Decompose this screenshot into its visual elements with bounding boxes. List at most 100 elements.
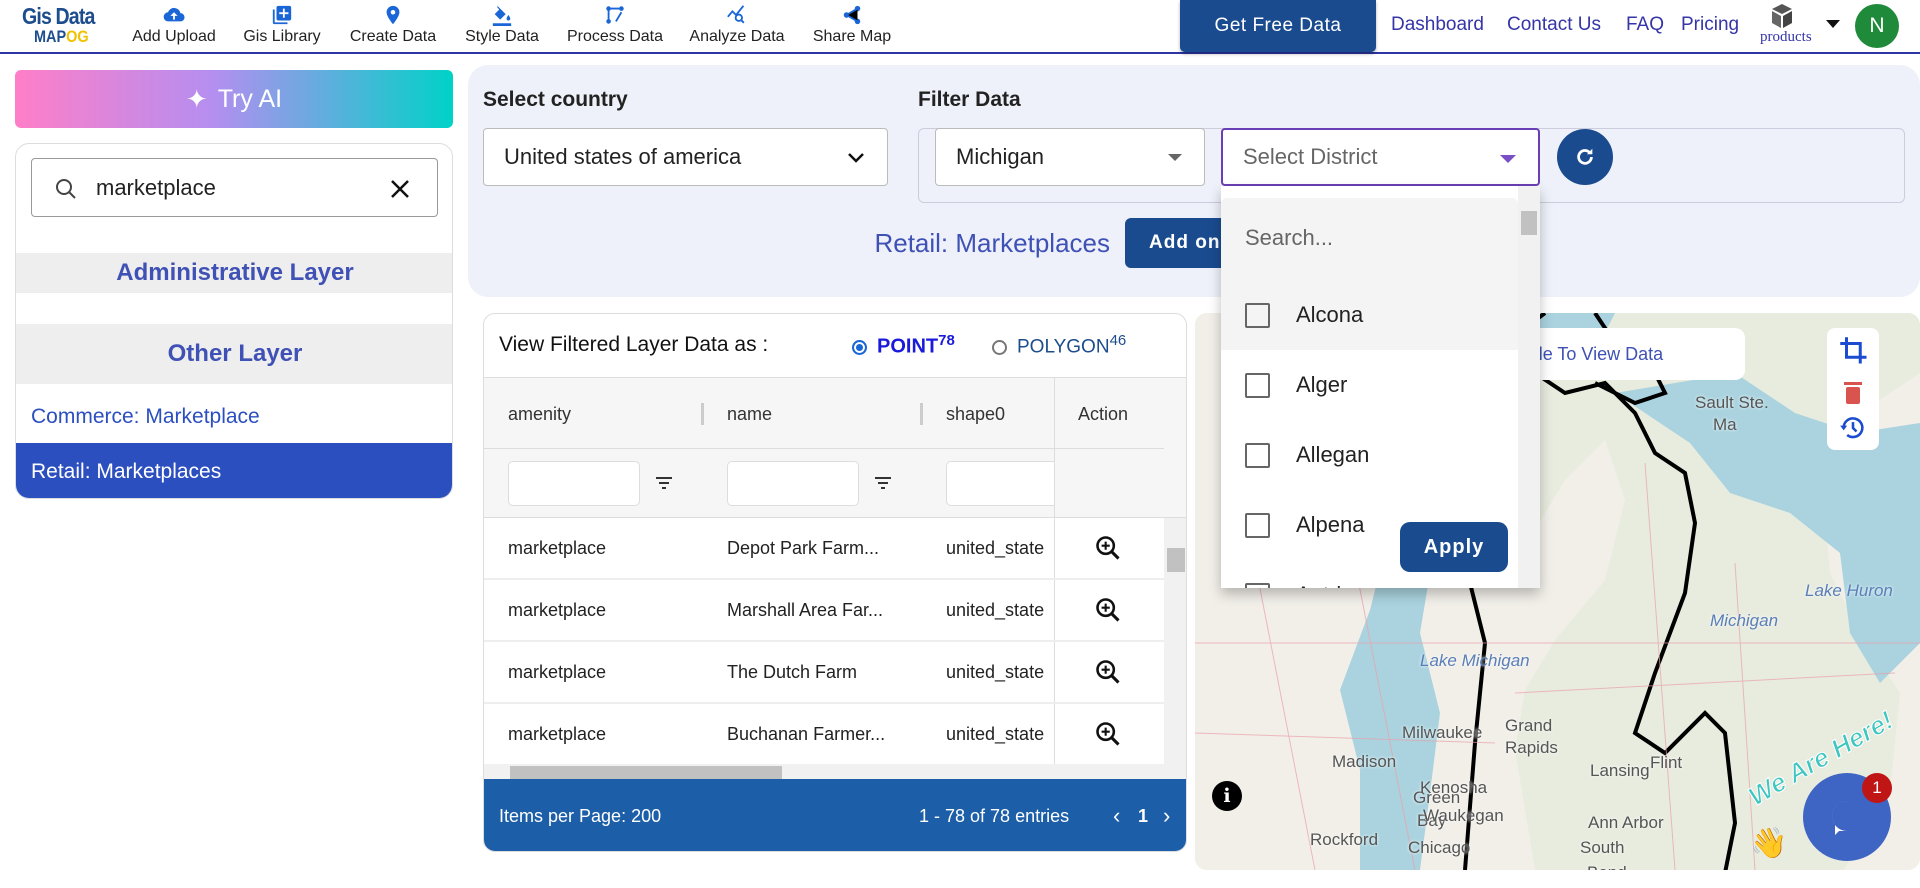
checkbox[interactable] (1245, 302, 1270, 328)
map-place-label: Rapids (1505, 738, 1558, 757)
sparkle-icon: ✦ (185, 83, 208, 114)
nav-gis-library[interactable]: Gis Library (236, 0, 328, 52)
name-filter-input[interactable] (727, 461, 859, 506)
next-page-button[interactable]: › (1163, 803, 1170, 829)
map-place-label: Lake Michigan (1420, 651, 1530, 670)
state-select[interactable]: Michigan (935, 128, 1205, 186)
view-as-label: View Filtered Layer Data as : (499, 333, 769, 356)
dashboard-link[interactable]: Dashboard (1391, 14, 1484, 36)
history-icon[interactable] (1839, 414, 1867, 442)
caret-down-icon[interactable] (1826, 20, 1840, 28)
administrative-layer-heading: Administrative Layer (16, 253, 452, 293)
nav-add-upload[interactable]: Add Upload (128, 0, 220, 52)
prev-page-button[interactable]: ‹ (1113, 803, 1120, 829)
point-radio[interactable]: POINT78 (852, 332, 955, 359)
trash-icon[interactable] (1842, 379, 1864, 405)
nav-process-data[interactable]: Process Data (560, 0, 670, 52)
filter-icon[interactable] (654, 474, 674, 492)
table-row[interactable]: marketplace Depot Park Farm... united_st… (484, 518, 1164, 580)
try-ai-button[interactable]: ✦ Try AI (15, 70, 453, 128)
nav-analyze-data[interactable]: Analyze Data (684, 0, 790, 52)
current-page[interactable]: 1 (1138, 806, 1148, 827)
map-place-label: Lake Huron (1805, 581, 1893, 600)
table-row[interactable]: marketplace Buchanan Farmer... united_st… (484, 704, 1164, 766)
scrollbar-thumb[interactable] (1167, 548, 1185, 572)
nav-share-map[interactable]: Share Map (808, 0, 896, 52)
zoom-in-icon[interactable] (1094, 720, 1122, 748)
map-pin-icon (344, 0, 442, 28)
cell-amenity: marketplace (508, 662, 607, 682)
scrollbar-thumb[interactable] (510, 766, 782, 780)
map-place-label: Waukegan (1423, 806, 1504, 825)
district-dropdown: Search... AlconaAlgerAlleganAlpenaAntrim… (1221, 186, 1540, 588)
layer-item-retail-marketplaces[interactable]: Retail: Marketplaces (16, 443, 452, 498)
district-option[interactable]: Alcona (1221, 280, 1518, 350)
pricing-link[interactable]: Pricing (1681, 14, 1739, 36)
chat-badge: 1 (1862, 773, 1892, 803)
district-search-input[interactable]: Search... (1221, 198, 1518, 280)
shape0-filter-input[interactable] (946, 461, 1054, 506)
country-select[interactable]: United states of america (483, 128, 888, 186)
analyze-icon (684, 0, 790, 28)
logo[interactable]: Gis Data (22, 3, 95, 30)
map-place-label: Ma (1713, 415, 1737, 434)
map-place-label: Rockford (1310, 830, 1379, 849)
dropdown-scrollbar[interactable] (1518, 186, 1540, 588)
checkbox[interactable] (1245, 582, 1270, 588)
cell-amenity: marketplace (508, 538, 607, 558)
refresh-icon (1577, 148, 1593, 165)
contact-us-link[interactable]: Contact Us (1507, 14, 1601, 36)
map-toolbox (1827, 328, 1879, 450)
checkbox[interactable] (1245, 442, 1270, 468)
scrollbar-thumb[interactable] (1521, 211, 1537, 235)
district-option[interactable]: Allegan (1221, 420, 1518, 490)
layer-item-commerce-marketplace[interactable]: Commerce: Marketplace (16, 391, 452, 443)
top-header: Gis Data MAPOG Add Upload Gis Library Cr… (0, 0, 1920, 54)
map-place-label: Madison (1332, 752, 1397, 771)
entries-range: 1 - 78 of 78 entries (919, 806, 1070, 826)
refresh-button[interactable] (1557, 129, 1613, 185)
faq-link[interactable]: FAQ (1626, 14, 1664, 36)
items-per-page[interactable]: Items per Page: 200 (499, 806, 661, 827)
logo-sub[interactable]: MAPOG (34, 27, 89, 47)
zoom-in-icon[interactable] (1094, 658, 1122, 686)
amenity-filter-input[interactable] (508, 461, 640, 506)
get-free-data-button[interactable]: Get Free Data (1180, 0, 1376, 52)
filter-icon[interactable] (873, 474, 893, 492)
cube-icon (1772, 4, 1792, 28)
vertical-scrollbar[interactable] (1164, 518, 1186, 764)
district-select[interactable]: Select District (1221, 128, 1540, 186)
column-action: Action (1078, 404, 1129, 424)
checkbox[interactable] (1245, 372, 1270, 398)
crop-icon[interactable] (1839, 336, 1869, 366)
map-place-label: Bend (1587, 863, 1627, 870)
column-name[interactable]: name (727, 404, 772, 425)
user-avatar[interactable]: N (1855, 4, 1899, 48)
map-place-label: Kenosha (1420, 778, 1488, 797)
waving-hand-icon: 👋 (1750, 827, 1788, 860)
layer-search-input[interactable]: marketplace (31, 158, 438, 217)
column-divider[interactable] (701, 403, 704, 425)
table-row[interactable]: marketplace The Dutch Farm united_state (484, 642, 1164, 704)
select-country-label: Select country (483, 88, 628, 111)
table-row[interactable]: marketplace Marshall Area Far... united_… (484, 580, 1164, 642)
checkbox[interactable] (1245, 512, 1270, 538)
column-divider[interactable] (920, 403, 923, 425)
polygon-radio[interactable]: POLYGON46 (992, 332, 1126, 358)
cell-amenity: marketplace (508, 600, 607, 620)
column-shape0[interactable]: shape0 (946, 404, 1005, 425)
column-amenity[interactable]: amenity (508, 404, 571, 425)
zoom-in-icon[interactable] (1094, 596, 1122, 624)
nav-style-data[interactable]: Style Data (458, 0, 546, 52)
products-menu[interactable]: products (1760, 3, 1812, 51)
district-option[interactable]: Alger (1221, 350, 1518, 420)
info-icon[interactable]: i (1212, 781, 1242, 811)
zoom-in-icon[interactable] (1094, 534, 1122, 562)
nav-create-data[interactable]: Create Data (344, 0, 442, 52)
chevron-down-icon (848, 153, 864, 163)
map-place-label: Sault Ste. (1695, 393, 1769, 412)
cell-name: Depot Park Farm... (727, 538, 880, 558)
clear-search-icon[interactable] (388, 177, 412, 201)
map-place-label: Flint (1650, 753, 1683, 772)
apply-button[interactable]: Apply (1400, 522, 1508, 572)
